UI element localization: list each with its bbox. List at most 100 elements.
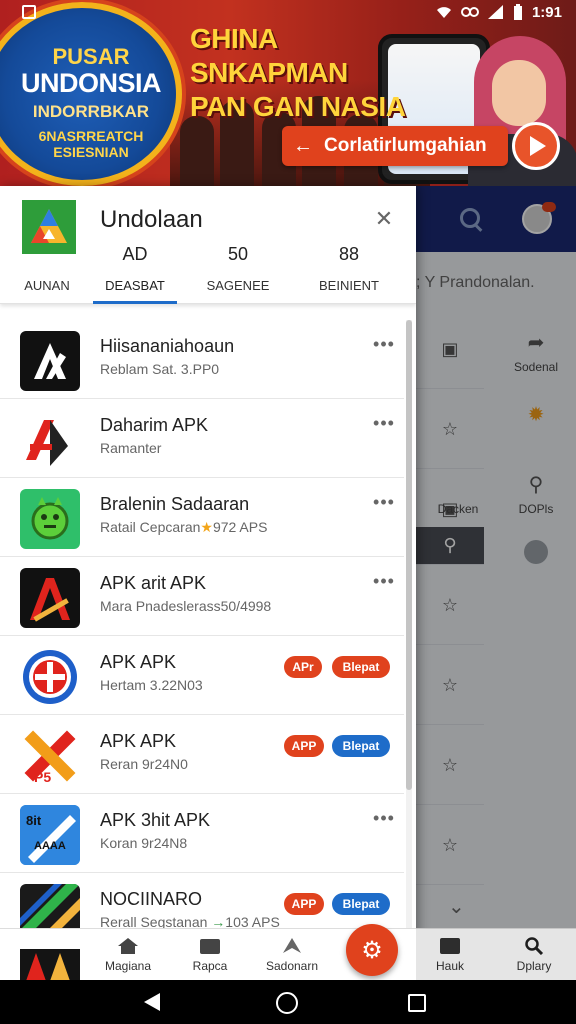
app-meta: Ramanter bbox=[100, 440, 162, 456]
badge-line-4: 6NASRREATCH ESIESNIAN bbox=[38, 128, 144, 160]
app-icon: 8it AAAA bbox=[20, 805, 80, 865]
notification-icon bbox=[22, 5, 36, 19]
banner-cta-button[interactable]: ← Corlatirlumgahian bbox=[282, 126, 508, 166]
badge-line-3: INDORRBKAR bbox=[32, 102, 150, 121]
battery-icon bbox=[513, 4, 522, 20]
app-name: NOCIINARO bbox=[100, 889, 203, 909]
play-button[interactable] bbox=[512, 122, 560, 170]
nav-item-rapca[interactable]: Rapca bbox=[170, 937, 250, 973]
link-icon bbox=[460, 7, 479, 17]
stats-tabs: AUNAN AD DEASBAT 50 SAGENEE 88 BEINIENT bbox=[0, 244, 416, 304]
tab-label: SAGENEE bbox=[206, 278, 270, 293]
tab-beinient[interactable]: 88 BEINIENT bbox=[304, 244, 394, 293]
close-icon[interactable]: ✕ bbox=[368, 204, 400, 236]
list-item[interactable]: APK APK Hertam 3.22N03 APr Blepat bbox=[0, 636, 404, 715]
drawer-header: Undolaan ✕ AUNAN AD DEASBAT 50 SAGENEE 8… bbox=[0, 186, 416, 304]
blepat-button[interactable]: Blepat bbox=[332, 656, 390, 678]
list-item[interactable]: Daharim APK Ramanter ••• bbox=[0, 399, 404, 478]
star-icon: ★ bbox=[200, 519, 213, 535]
app-icon bbox=[20, 489, 80, 549]
apps-drawer: Undolaan ✕ AUNAN AD DEASBAT 50 SAGENEE 8… bbox=[0, 186, 416, 980]
arrow-left-icon: ← bbox=[293, 134, 313, 157]
back-icon[interactable] bbox=[144, 993, 160, 1011]
nav-label: Magiana bbox=[104, 959, 152, 973]
play-icon bbox=[530, 136, 546, 156]
svg-text:8it: 8it bbox=[26, 813, 42, 828]
app-meta-text: Ratail Cepcaran bbox=[100, 519, 201, 535]
home-button-icon[interactable] bbox=[276, 992, 298, 1014]
gear-icon[interactable]: ⚙ bbox=[346, 924, 398, 976]
app-icon bbox=[20, 331, 80, 391]
headline-line-2: PAN GAN NASIA bbox=[190, 91, 406, 122]
list-item[interactable]: Bralenin Sadaaran Ratail Cepcaran★972 AP… bbox=[0, 478, 404, 557]
app-name: Hiisananiahoaun bbox=[100, 336, 235, 356]
app-name: APK 3hit APK bbox=[100, 810, 211, 830]
tab-label: BEINIENT bbox=[319, 278, 379, 293]
more-horizontal-icon[interactable]: ••• bbox=[370, 335, 398, 358]
app-icon bbox=[20, 647, 80, 707]
active-tab-indicator bbox=[93, 301, 177, 304]
home-icon bbox=[118, 938, 138, 954]
badge-line-2: UNDONSIA bbox=[20, 68, 162, 98]
recents-icon[interactable] bbox=[408, 994, 426, 1012]
nav-item-sadonarn[interactable]: Sadonarn bbox=[252, 937, 332, 973]
tab-value: 50 bbox=[227, 244, 249, 264]
promo-banner[interactable]: PUSAR UNDONSIA INDORRBKAR 6NASRREATCH ES… bbox=[0, 0, 576, 186]
nav-scrim bbox=[416, 928, 576, 980]
headline-line-1: GHINA SNKAPMAN bbox=[190, 23, 348, 88]
blepat-button[interactable]: Blepat bbox=[332, 893, 390, 915]
more-horizontal-icon[interactable]: ••• bbox=[370, 809, 398, 832]
tab-value: AD bbox=[122, 244, 148, 264]
app-meta: Ratail Cepcaran★972 APS bbox=[100, 519, 267, 536]
app-name: APK APK bbox=[100, 652, 177, 672]
mini-app-thumbnail[interactable] bbox=[20, 939, 80, 981]
banner-badge: PUSAR UNDONSIA INDORRBKAR 6NASRREATCH ES… bbox=[0, 2, 182, 186]
scrollbar-thumb[interactable] bbox=[406, 320, 412, 790]
status-bar: 1:91 bbox=[0, 0, 576, 24]
app-button[interactable]: APP bbox=[284, 735, 324, 757]
app-name: Daharim APK bbox=[100, 415, 209, 435]
nav-label: Rapca bbox=[192, 959, 228, 973]
banner-cta-label: Corlatirlumgahian bbox=[324, 135, 487, 156]
clock: 1:91 bbox=[531, 3, 562, 21]
app-icon bbox=[20, 410, 80, 470]
folder-icon bbox=[200, 939, 220, 954]
list-item[interactable]: Hiisananiahoaun Reblam Sat. 3.PP0 ••• bbox=[0, 320, 404, 399]
more-horizontal-icon[interactable]: ••• bbox=[370, 414, 398, 437]
app-name: APK arit APK bbox=[100, 573, 207, 593]
more-horizontal-icon[interactable]: ••• bbox=[370, 493, 398, 516]
wifi-icon bbox=[436, 7, 451, 18]
list-item[interactable]: APK arit APK Mara Pnadeslerass50/4998 ••… bbox=[0, 557, 404, 636]
send-icon bbox=[283, 938, 301, 953]
tab-sagenee[interactable]: 50 SAGENEE bbox=[196, 244, 280, 293]
app-meta: Reblam Sat. 3.PP0 bbox=[100, 361, 220, 377]
app-meta: Koran 9r24N8 bbox=[100, 835, 188, 851]
svg-text:AAAA: AAAA bbox=[34, 840, 66, 852]
app-meta: Mara Pnadeslerass50/4998 bbox=[100, 598, 272, 614]
banner-headline: GHINA SNKAPMAN PAN GAN NASIA bbox=[190, 22, 440, 124]
app-icon bbox=[20, 568, 80, 628]
signal-icon bbox=[487, 5, 503, 19]
tab-aunan[interactable]: AUNAN bbox=[10, 244, 84, 293]
app-meta: Hertam 3.22N03 bbox=[100, 677, 203, 693]
tab-deasbat[interactable]: AD DEASBAT bbox=[93, 244, 177, 293]
app-meta-extra: 972 APS bbox=[212, 519, 268, 535]
badge-line-1: PUSAR bbox=[52, 44, 130, 69]
tab-label: AUNAN bbox=[24, 278, 70, 293]
app-button[interactable]: APP bbox=[284, 893, 324, 915]
blepat-button[interactable]: Blepat bbox=[332, 735, 390, 757]
list-item[interactable]: P5 APK APK Reran 9r24N0 APP Blepat bbox=[0, 715, 404, 794]
nav-item-magiana[interactable]: Magiana bbox=[88, 937, 168, 973]
svg-text:P5: P5 bbox=[34, 769, 51, 785]
more-horizontal-icon[interactable]: ••• bbox=[370, 572, 398, 595]
app-meta: Reran 9r24N0 bbox=[100, 756, 188, 772]
system-nav-bar bbox=[0, 980, 576, 1024]
app-button[interactable]: APr bbox=[284, 656, 322, 678]
tab-label: DEASBAT bbox=[105, 278, 165, 293]
app-name: Bralenin Sadaaran bbox=[100, 494, 250, 514]
nav-label: Sadonarn bbox=[265, 959, 319, 973]
list-item[interactable]: 8it AAAA APK 3hit APK Koran 9r24N8 ••• bbox=[0, 794, 404, 873]
drawer-title: Undolaan bbox=[100, 206, 203, 233]
app-icon: P5 bbox=[20, 726, 80, 786]
tab-value: 88 bbox=[338, 244, 360, 264]
